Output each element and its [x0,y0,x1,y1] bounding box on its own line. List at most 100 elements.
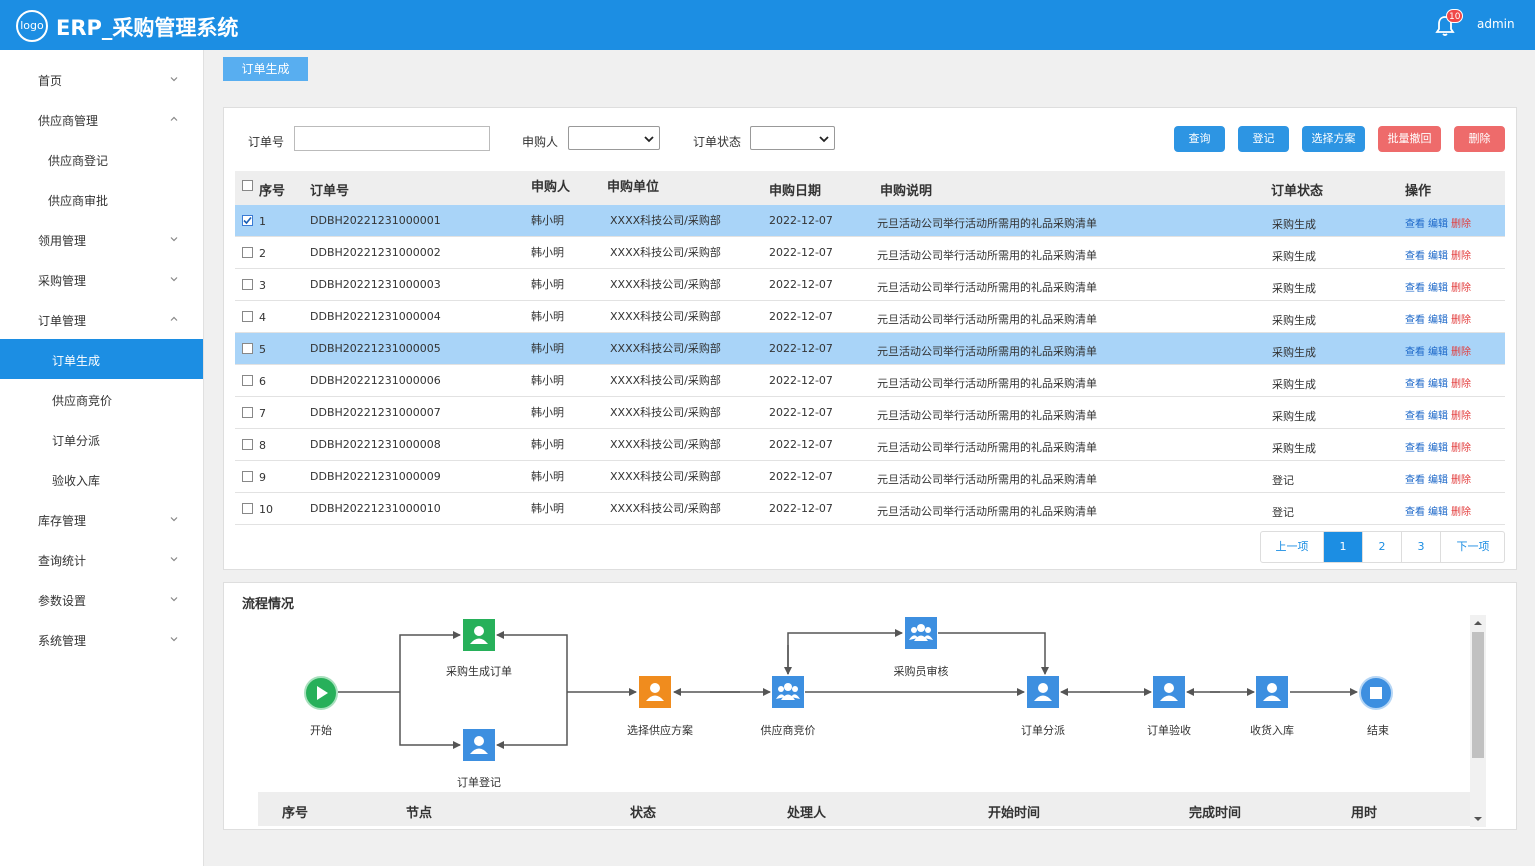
row-checkbox[interactable] [242,247,253,258]
sidebar-item-supplier-mgmt[interactable]: 供应商管理 [0,99,203,139]
delete-link[interactable]: 删除 [1451,219,1471,230]
order-no-input[interactable] [294,126,490,151]
view-link[interactable]: 查看 [1405,475,1425,486]
order-no-label: 订单号 [248,135,285,149]
table-row[interactable]: 3 DDBH20221231000003 韩小明 XXXX科技公司/采购部 2022-1… [235,269,1505,301]
edit-link[interactable]: 编辑 [1428,411,1448,422]
edit-link[interactable]: 编辑 [1428,443,1448,454]
sidebar-item-supplier-bid[interactable]: 供应商竞价 [0,379,203,419]
row-status: 登记 [1272,474,1294,487]
page-1-button[interactable]: 1 [1324,532,1363,562]
edit-link[interactable]: 编辑 [1428,507,1448,518]
row-unit: XXXX科技公司/采购部 [610,214,721,227]
row-unit: XXXX科技公司/采购部 [610,406,721,419]
table-row[interactable]: 9 DDBH20221231000009 韩小明 XXXX科技公司/采购部 2022-1… [235,461,1505,493]
view-link[interactable]: 查看 [1405,283,1425,294]
sidebar-item-params[interactable]: 参数设置 [0,579,203,619]
sidebar-item-label: 系统管理 [38,634,87,648]
sidebar-item-order-dispatch[interactable]: 订单分派 [0,419,203,459]
row-order-no: DDBH20221231000010 [310,502,441,515]
user-name[interactable]: admin [1477,17,1515,31]
row-checkbox[interactable] [242,279,253,290]
row-checkbox[interactable] [242,503,253,514]
sidebar-item-supplier-approve[interactable]: 供应商审批 [0,179,203,219]
scroll-down-icon[interactable] [1474,815,1482,823]
sidebar-item-order-generate[interactable]: 订单生成 [0,339,203,379]
select-all-checkbox[interactable] [242,180,253,191]
delete-link[interactable]: 删除 [1451,443,1471,454]
view-link[interactable]: 查看 [1405,347,1425,358]
delete-link[interactable]: 删除 [1451,411,1471,422]
row-requester: 韩小明 [531,214,564,227]
edit-link[interactable]: 编辑 [1428,475,1448,486]
row-checkbox[interactable] [242,375,253,386]
group-icon [772,676,804,708]
view-link[interactable]: 查看 [1405,507,1425,518]
row-checkbox[interactable] [242,311,253,322]
row-unit: XXXX科技公司/采购部 [610,278,721,291]
row-unit: XXXX科技公司/采购部 [610,470,721,483]
delete-link[interactable]: 删除 [1451,251,1471,262]
sidebar-item-supplier-register[interactable]: 供应商登记 [0,139,203,179]
sidebar-item-system[interactable]: 系统管理 [0,619,203,659]
delete-link[interactable]: 删除 [1451,315,1471,326]
row-date: 2022-12-07 [769,278,833,291]
table-row[interactable]: 10 DDBH20221231000010 韩小明 XXXX科技公司/采购部 2022-… [235,493,1505,525]
edit-link[interactable]: 编辑 [1428,347,1448,358]
prev-page-button[interactable]: 上一项 [1261,532,1324,562]
edit-link[interactable]: 编辑 [1428,219,1448,230]
table-row[interactable]: 6 DDBH20221231000006 韩小明 XXXX科技公司/采购部 2022-1… [235,365,1505,397]
edit-link[interactable]: 编辑 [1428,315,1448,326]
sidebar-item-requisition[interactable]: 领用管理 [0,219,203,259]
row-checkbox[interactable] [242,471,253,482]
row-actions: 查看 编辑 删除 [1405,375,1471,390]
select-plan-button[interactable]: 选择方案 [1302,126,1365,152]
view-link[interactable]: 查看 [1405,379,1425,390]
scroll-up-icon[interactable] [1474,619,1482,627]
view-link[interactable]: 查看 [1405,251,1425,262]
row-checkbox[interactable] [242,343,253,354]
page-2-button[interactable]: 2 [1363,532,1402,562]
table-row[interactable]: 5 DDBH20221231000005 韩小明 XXXX科技公司/采购部 2022-1… [235,333,1505,365]
view-link[interactable]: 查看 [1405,443,1425,454]
table-row[interactable]: 8 DDBH20221231000008 韩小明 XXXX科技公司/采购部 2022-1… [235,429,1505,461]
sidebar-item-acceptance[interactable]: 验收入库 [0,459,203,499]
delete-button[interactable]: 删除 [1454,126,1505,152]
edit-link[interactable]: 编辑 [1428,379,1448,390]
page-3-button[interactable]: 3 [1402,532,1441,562]
view-link[interactable]: 查看 [1405,315,1425,326]
row-checkbox[interactable] [242,407,253,418]
row-desc: 元旦活动公司举行活动所需用的礼品采购清单 [877,313,1097,326]
flow-scrollbar-thumb[interactable] [1472,632,1484,758]
table-row[interactable]: 2 DDBH20221231000002 韩小明 XXXX科技公司/采购部 2022-1… [235,237,1505,269]
delete-link[interactable]: 删除 [1451,379,1471,390]
table-row[interactable]: 4 DDBH20221231000004 韩小明 XXXX科技公司/采购部 2022-1… [235,301,1505,333]
batch-revoke-button[interactable]: 批量撤回 [1378,126,1441,152]
delete-link[interactable]: 删除 [1451,347,1471,358]
view-link[interactable]: 查看 [1405,411,1425,422]
delete-link[interactable]: 删除 [1451,507,1471,518]
edit-link[interactable]: 编辑 [1428,283,1448,294]
edit-link[interactable]: 编辑 [1428,251,1448,262]
table-row[interactable]: 1 DDBH20221231000001 韩小明 XXXX科技公司/采购部 2022-1… [235,205,1505,237]
row-date: 2022-12-07 [769,246,833,259]
view-link[interactable]: 查看 [1405,219,1425,230]
sidebar-item-order-mgmt[interactable]: 订单管理 [0,299,203,339]
next-page-button[interactable]: 下一项 [1441,532,1504,562]
row-checkbox[interactable] [242,439,253,450]
chevron-down-icon [170,557,178,562]
tab-order-generate[interactable]: 订单生成 [223,57,308,81]
delete-link[interactable]: 删除 [1451,475,1471,486]
delete-link[interactable]: 删除 [1451,283,1471,294]
sidebar-item-home[interactable]: 首页 [0,59,203,99]
sidebar-item-purchase[interactable]: 采购管理 [0,259,203,299]
sidebar-item-inventory[interactable]: 库存管理 [0,499,203,539]
register-button[interactable]: 登记 [1238,126,1289,152]
row-unit: XXXX科技公司/采购部 [610,374,721,387]
status-select[interactable] [750,126,835,150]
requester-select[interactable] [568,126,660,150]
sidebar-item-statistics[interactable]: 查询统计 [0,539,203,579]
row-checkbox[interactable] [242,215,253,226]
query-button[interactable]: 查询 [1174,126,1225,152]
table-row[interactable]: 7 DDBH20221231000007 韩小明 XXXX科技公司/采购部 2022-1… [235,397,1505,429]
